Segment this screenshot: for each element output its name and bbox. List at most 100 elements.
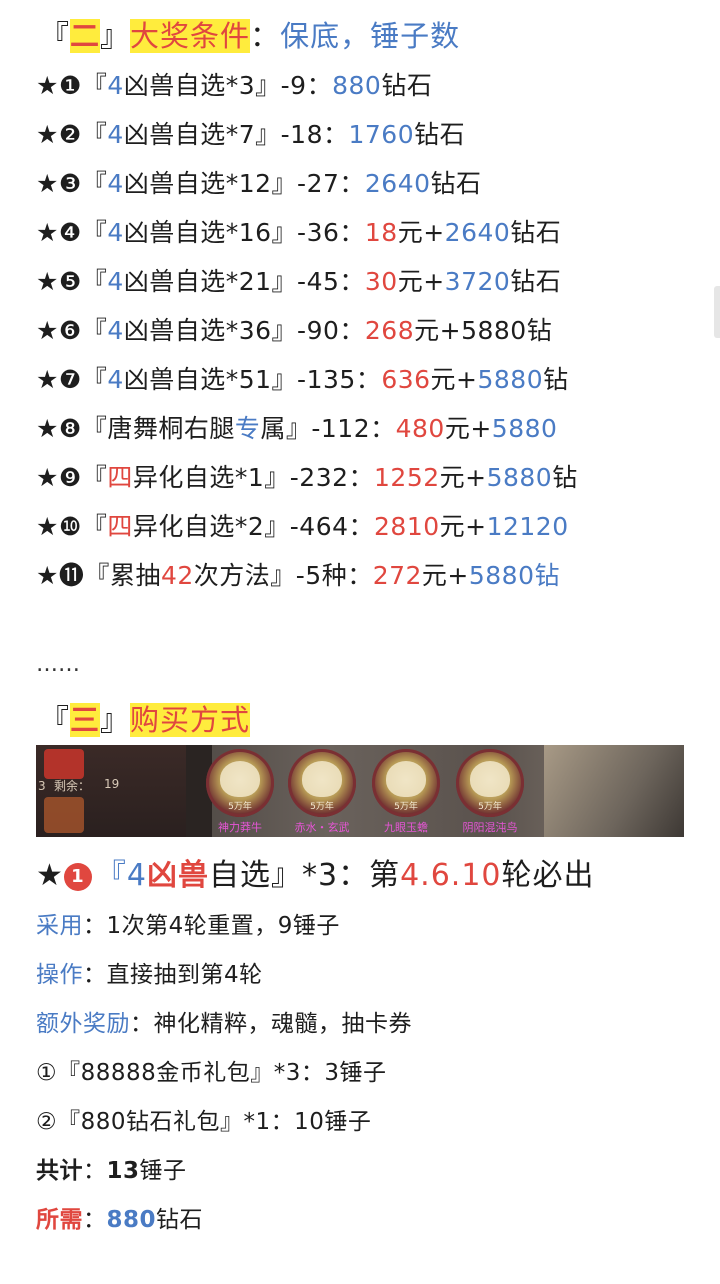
row-count: 4 — [107, 169, 124, 198]
row-text: 钻石 — [430, 169, 482, 198]
beast-icon — [470, 761, 510, 797]
row-text: 异化自选*1』-232： — [132, 463, 375, 492]
star-icon: ★ — [36, 858, 64, 893]
row-mark: ★❾ — [36, 463, 82, 492]
row-mark: ★❹ — [36, 218, 82, 247]
row-count: 4 — [107, 365, 124, 394]
section-number: 三 — [70, 703, 101, 737]
row-yuan: 1252 — [374, 463, 440, 492]
beast-medal: 5万年 — [206, 749, 274, 817]
detail-text: 钻石 — [156, 1207, 204, 1233]
detail-total: 共计：13锤子 — [36, 1151, 187, 1191]
game-banner-image: 3 剩余： 19 5万年 神力莽牛 5万年 赤水・玄武 5万年 九眼玉蟾 5万年… — [36, 745, 684, 837]
section-title: 购买方式 — [130, 703, 251, 737]
row-yuan: 18 — [364, 218, 398, 247]
row-text: 元+ — [421, 561, 469, 590]
prize-row-11: ★⓫『累抽42次方法』-5种：272元+5880钻 — [36, 556, 560, 596]
row-text: 『 — [81, 267, 108, 296]
row-diamonds: 12120 — [486, 512, 569, 541]
row-text: 凶兽自选*7』-18： — [123, 120, 349, 149]
detail-gift-2: ②『880钻石礼包』*1：10锤子 — [36, 1109, 372, 1135]
row-count: 四 — [107, 463, 133, 492]
row-mark: ★❽ — [36, 414, 82, 443]
row-diamonds: 5880 — [486, 463, 553, 492]
section-title: 大奖条件 — [130, 19, 251, 53]
row-count: 42 — [160, 561, 194, 590]
detail-text: 锤子 — [139, 1158, 187, 1184]
prize-row-9: ★❾『四异化自选*1』-232：1252元+5880钻 — [36, 458, 578, 498]
item-title-text: 『4 — [95, 858, 147, 893]
row-text: 元+ — [397, 218, 445, 247]
row-count: 4 — [107, 267, 124, 296]
row-text: 『 — [81, 169, 108, 198]
section-heading-purchase: 『三』购买方式 — [40, 700, 251, 740]
total-number: 13 — [106, 1158, 140, 1184]
row-mark: ★❿ — [36, 512, 82, 541]
detail-text: ： — [83, 1158, 107, 1184]
item-title-text: 轮必出 — [501, 858, 595, 893]
beast-icon — [302, 761, 342, 797]
row-diamonds: 1760 — [348, 120, 415, 149]
prize-row-2: ★❷『4凶兽自选*7』-18：1760钻石 — [36, 115, 465, 155]
medal-name: 阴阳混沌鸟 — [462, 821, 518, 834]
row-text: 累抽 — [109, 561, 161, 590]
detail-text: ：神化精粹，魂髓，抽卡券 — [130, 1011, 412, 1037]
row-text: 元+ — [439, 463, 487, 492]
beast-medal: 5万年 — [288, 749, 356, 817]
prize-row-8: ★❽『唐舞桐右腿专属』-112：480元+5880 — [36, 409, 557, 449]
row-text: 凶兽自选*21』-45： — [123, 267, 365, 296]
row-text: 钻 — [543, 365, 569, 394]
row-text: 元+ — [397, 267, 445, 296]
row-text: 钻石 — [414, 120, 466, 149]
medal-tag: 5万年 — [478, 802, 502, 812]
row-mark: ★❸ — [36, 169, 82, 198]
prize-row-6: ★❻『4凶兽自选*36』-90：268元+5880钻 — [36, 311, 552, 351]
row-mark: ★⓫ — [36, 561, 85, 590]
medal-tag: 5万年 — [310, 802, 334, 812]
section-subtitle: 保底，锤子数 — [280, 19, 461, 53]
ellipsis: …… — [36, 652, 80, 677]
medal-name: 赤水・玄武 — [294, 821, 350, 834]
row-yuan: 268 — [364, 316, 415, 345]
scroll-indicator[interactable] — [714, 286, 720, 338]
row-diamonds: 5880钻 — [468, 561, 560, 590]
item-title: ★ 1 『4凶兽自选』*3：第4.6.10轮必出 — [36, 855, 595, 897]
detail-label: 采用 — [36, 913, 83, 939]
row-text: 钻石 — [381, 71, 433, 100]
row-count: 4 — [107, 218, 124, 247]
number-badge: 1 — [63, 863, 92, 891]
bracket-open: 『 — [40, 19, 71, 53]
banner-left-number: 3 — [38, 779, 46, 793]
medal-name: 九眼玉蟾 — [384, 821, 428, 834]
row-count: 4 — [107, 71, 124, 100]
row-text: 『 — [81, 414, 108, 443]
item-title-text: 自选』*3：第 — [209, 858, 401, 893]
beast-medal: 5万年 — [372, 749, 440, 817]
banner-orange-box — [44, 797, 84, 833]
row-text: 『 — [81, 512, 108, 541]
medal-name: 神力莽牛 — [218, 821, 262, 834]
row-text: 唐舞桐右腿 — [107, 414, 235, 443]
row-text: 钻石 — [510, 218, 562, 247]
row-yuan: 272 — [372, 561, 422, 590]
row-text: 『 — [81, 365, 108, 394]
detail-required: 所需：880钻石 — [36, 1200, 203, 1240]
row-count: 4 — [107, 316, 124, 345]
beast-icon — [220, 761, 260, 797]
row-text: 凶兽自选*51』-135： — [123, 365, 382, 394]
prize-row-5: ★❺『4凶兽自选*21』-45：30元+3720钻石 — [36, 262, 561, 302]
detail-gift-1: ①『88888金币礼包』*3：3锤子 — [36, 1060, 387, 1086]
banner-right-scene — [544, 745, 684, 837]
row-text: 『 — [84, 561, 110, 590]
section-heading-prize-conditions: 『二』大奖条件：保底，锤子数 — [40, 16, 460, 56]
row-text: 元+ — [439, 512, 487, 541]
row-diamonds: 5880 — [477, 365, 544, 394]
row-text: 次方法』-5种： — [193, 561, 373, 590]
detail-use: 采用：1次第4轮重置，9锤子 — [36, 906, 340, 946]
row-text: 『 — [81, 120, 108, 149]
row-diamonds: 5880 — [491, 414, 558, 443]
row-diamonds: 2640 — [444, 218, 511, 247]
detail-extra-reward: 额外奖励：神化精粹，魂髓，抽卡券 — [36, 1004, 412, 1044]
row-text: 『 — [81, 218, 108, 247]
detail-operation: 操作：直接抽到第4轮 — [36, 955, 263, 995]
